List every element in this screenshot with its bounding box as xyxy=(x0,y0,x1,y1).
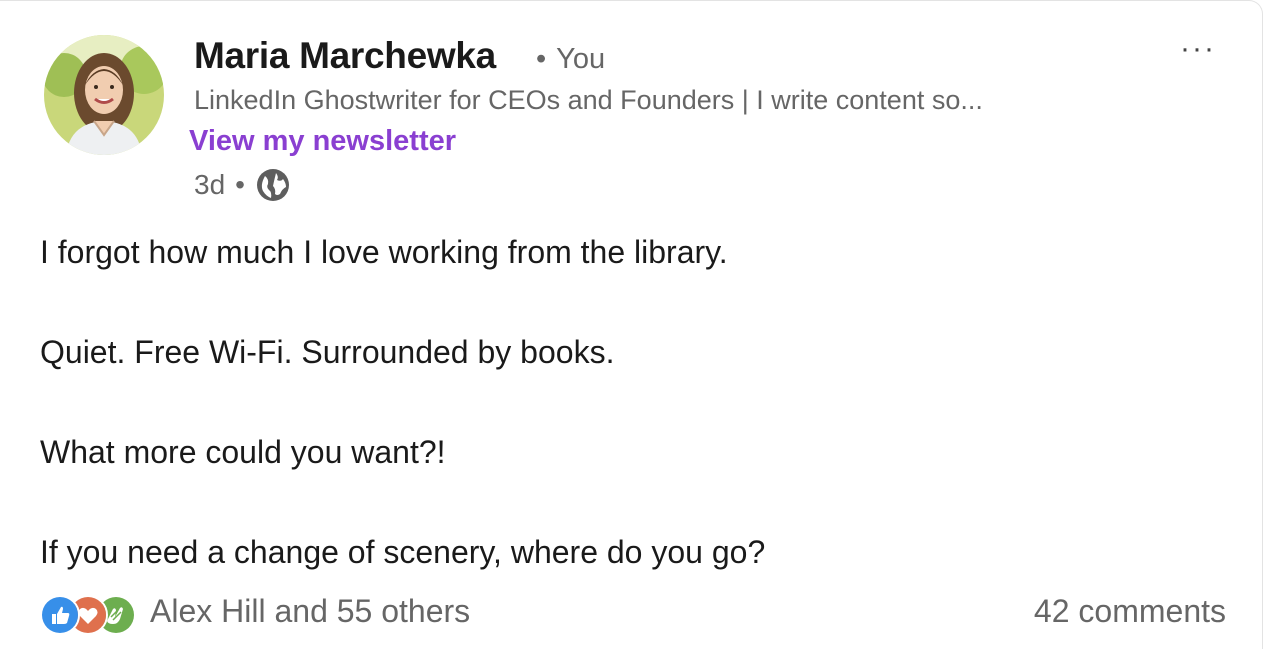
avatar-photo xyxy=(44,35,164,155)
social-counts-row: Alex Hill and 55 others 42 comments xyxy=(40,593,1226,637)
post-card: Maria Marchewka • You LinkedIn Ghostwrite… xyxy=(0,0,1263,649)
relation-separator: • xyxy=(536,43,547,75)
author-name[interactable]: Maria Marchewka xyxy=(194,35,496,77)
globe-icon xyxy=(255,167,291,203)
post-body: I forgot how much I love working from th… xyxy=(40,227,1230,577)
author-relation: • You xyxy=(536,43,605,76)
post-paragraph: I forgot how much I love working from th… xyxy=(40,234,728,270)
comments-count-link[interactable]: 42 comments xyxy=(1034,593,1226,630)
relation-label: You xyxy=(556,43,606,75)
timestamp-separator: • xyxy=(235,169,245,200)
author-avatar[interactable] xyxy=(44,35,164,155)
post-timestamp-row: 3d • xyxy=(194,167,291,203)
post-more-options-button[interactable]: ··· xyxy=(1170,31,1226,67)
more-options-icon: ··· xyxy=(1180,32,1216,65)
post-timestamp: 3d xyxy=(194,169,226,200)
view-newsletter-link[interactable]: View my newsletter xyxy=(189,125,456,158)
author-headline: LinkedIn Ghostwriter for CEOs and Founde… xyxy=(194,85,983,115)
post-paragraph: If you need a change of scenery, where d… xyxy=(40,534,766,570)
post-paragraph: Quiet. Free Wi-Fi. Surrounded by books. xyxy=(40,334,615,370)
reactors-summary-link[interactable]: Alex Hill and 55 others xyxy=(150,593,470,630)
like-icon xyxy=(40,595,80,635)
post-paragraph: What more could you want?! xyxy=(40,434,446,470)
